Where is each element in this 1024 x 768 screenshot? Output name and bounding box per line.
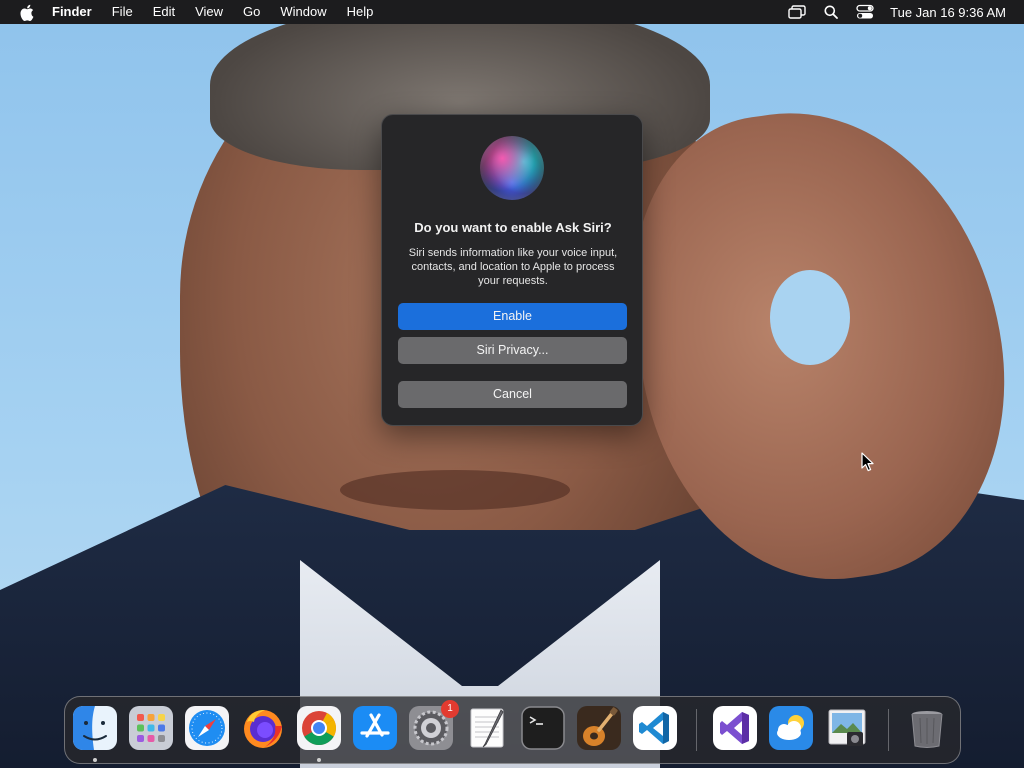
menu-view[interactable]: View: [185, 0, 233, 24]
running-indicator: [93, 758, 97, 762]
wallpaper-portrait-mouth: [340, 470, 570, 510]
menu-bar: Finder File Edit View Go Window Help Tue…: [0, 0, 1024, 24]
menu-go[interactable]: Go: [233, 0, 270, 24]
dock: 1: [64, 696, 961, 764]
vscode-icon[interactable]: [633, 706, 677, 750]
enable-button[interactable]: Enable: [398, 303, 627, 330]
menu-window[interactable]: Window: [270, 0, 336, 24]
trash-icon[interactable]: [905, 706, 949, 750]
system-settings-icon[interactable]: 1: [409, 700, 459, 750]
wallpaper-background-gap: [770, 270, 850, 365]
garageband-icon[interactable]: [577, 706, 621, 750]
firefox-icon[interactable]: [241, 706, 285, 750]
chrome-icon[interactable]: [297, 706, 341, 750]
dialog-message: Siri sends information like your voice i…: [408, 247, 618, 287]
app-store-icon[interactable]: [353, 706, 397, 750]
screen-mirroring-icon[interactable]: [788, 3, 806, 21]
siri-icon: [480, 136, 544, 200]
mouse-pointer-icon: [861, 452, 875, 472]
preview-icon[interactable]: [825, 706, 869, 750]
siri-enable-dialog: Do you want to enable Ask Siri? Siri sen…: [381, 114, 643, 426]
terminal-icon[interactable]: [521, 706, 565, 750]
menu-help[interactable]: Help: [337, 0, 384, 24]
dock-separator: [888, 709, 889, 751]
search-icon[interactable]: [822, 3, 840, 21]
finder-icon[interactable]: [73, 706, 117, 750]
apple-menu-icon[interactable]: [18, 3, 36, 21]
menu-bar-clock[interactable]: Tue Jan 16 9:36 AM: [890, 5, 1006, 20]
textedit-icon[interactable]: [465, 706, 509, 750]
dock-separator: [696, 709, 697, 751]
menu-file[interactable]: File: [102, 0, 143, 24]
running-indicator: [317, 758, 321, 762]
control-center-icon[interactable]: [856, 3, 874, 21]
visual-studio-icon[interactable]: [713, 706, 757, 750]
cancel-button[interactable]: Cancel: [398, 381, 627, 408]
safari-icon[interactable]: [185, 706, 229, 750]
siri-privacy-button[interactable]: Siri Privacy...: [398, 337, 627, 364]
menu-app-name[interactable]: Finder: [52, 0, 102, 24]
weather-icon[interactable]: [769, 706, 813, 750]
launchpad-icon[interactable]: [129, 706, 173, 750]
notification-badge: 1: [441, 700, 459, 718]
dialog-title: Do you want to enable Ask Siri?: [414, 220, 612, 235]
menu-edit[interactable]: Edit: [143, 0, 185, 24]
